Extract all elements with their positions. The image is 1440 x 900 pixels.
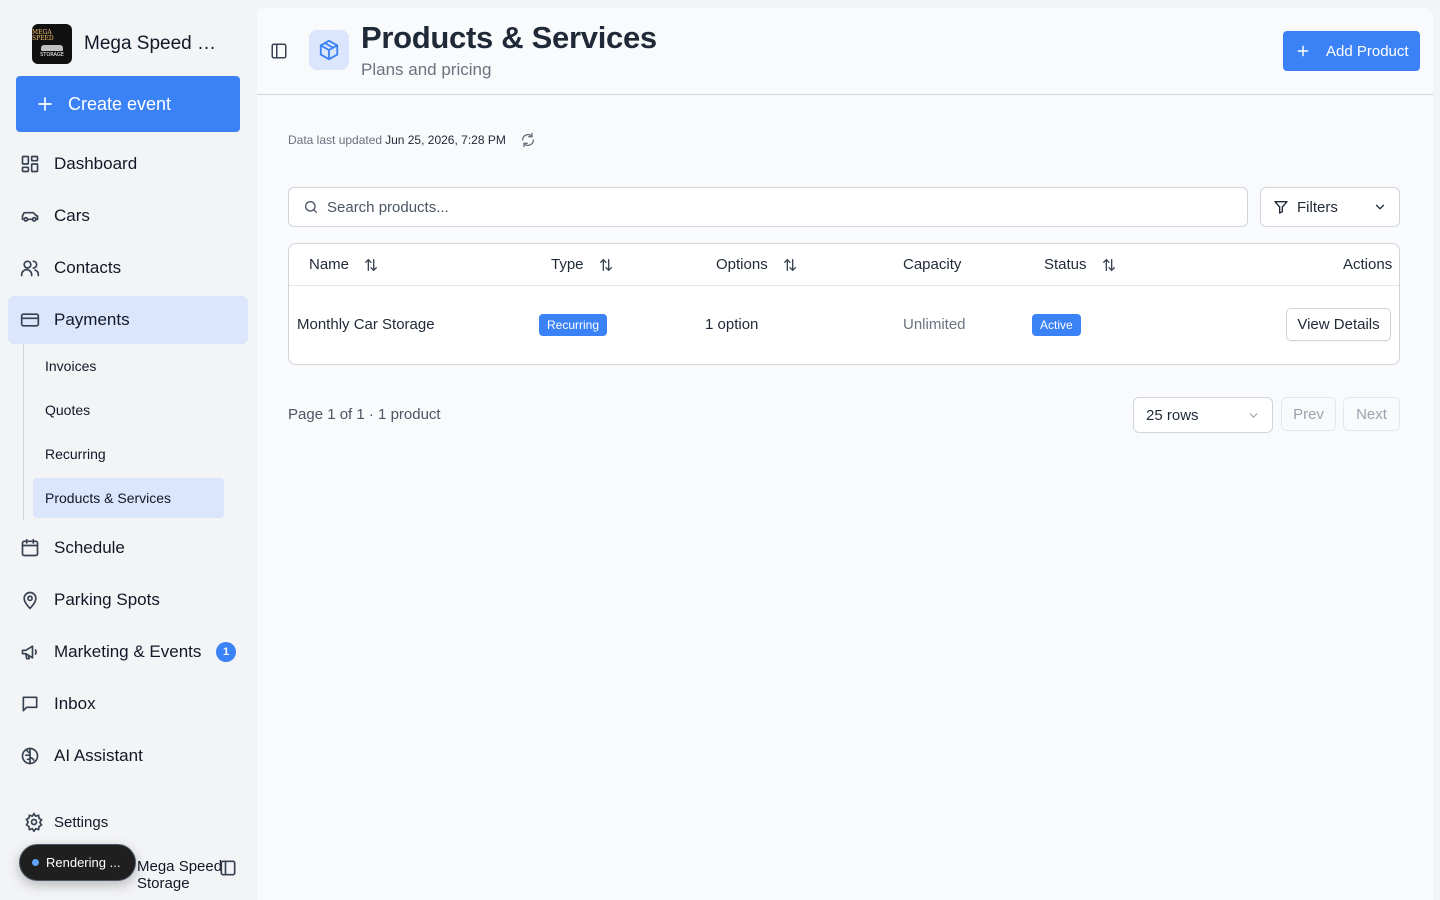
status-badge: Active	[1032, 314, 1081, 336]
page-title: Products & Services	[361, 20, 657, 55]
megaphone-icon	[21, 645, 37, 660]
add-product-button[interactable]: Add Product	[1283, 31, 1420, 71]
chevron-down-icon	[1249, 412, 1258, 418]
refresh-icon[interactable]	[520, 132, 536, 148]
rendering-toast: Rendering ...	[19, 844, 136, 881]
sidebar: MEGA SPEED STORAGE Mega Speed Storage Cr…	[0, 0, 256, 900]
map-pin-icon	[23, 591, 37, 610]
next-page-button[interactable]: Next	[1343, 397, 1400, 431]
cell-capacity: Unlimited	[903, 316, 966, 333]
plus-icon	[1297, 45, 1309, 57]
sidebar-item-payments[interactable]: Payments	[8, 296, 248, 344]
search-icon	[305, 201, 317, 213]
sidebar-item-contacts[interactable]: Contacts	[8, 244, 248, 292]
brand-name: Mega Speed Storage	[84, 33, 226, 54]
plus-icon	[38, 97, 52, 111]
message-icon	[22, 696, 38, 712]
sort-icon[interactable]	[363, 257, 379, 273]
sidebar-subitem-invoices[interactable]: Invoices	[33, 346, 224, 386]
column-header-status[interactable]: Status	[1044, 256, 1117, 273]
sidebar-subitem-recurring[interactable]: Recurring	[33, 434, 224, 474]
sidebar-item-dashboard[interactable]: Dashboard	[8, 140, 248, 188]
data-updated-info: Data last updated Jun 25, 2026, 7:28 PM	[288, 132, 536, 148]
sidebar-item-parking-spots[interactable]: Parking Spots	[8, 576, 248, 624]
pagination-info: Page 1 of 1 · 1 product	[288, 406, 441, 423]
sort-icon[interactable]	[598, 257, 614, 273]
sort-icon[interactable]	[782, 257, 798, 273]
search-bar[interactable]	[288, 187, 1248, 227]
users-icon	[20, 260, 40, 277]
page-subtitle: Plans and pricing	[361, 60, 492, 79]
sort-icon[interactable]	[1101, 257, 1117, 273]
sidebar-subitem-products-services[interactable]: Products & Services	[33, 478, 224, 518]
sidebar-item-schedule[interactable]: Schedule	[8, 524, 248, 572]
filter-icon	[1274, 201, 1288, 214]
brand[interactable]: MEGA SPEED STORAGE Mega Speed Storage	[32, 24, 226, 64]
main-panel: Products & Services Plans and pricing Ad…	[257, 8, 1433, 900]
sidebar-item-ai-assistant[interactable]: AI Assistant	[8, 732, 248, 780]
gear-icon	[25, 812, 43, 832]
subnav-divider	[23, 344, 24, 520]
table-header: Name Type Options Capacity Status Action…	[289, 244, 1399, 286]
status-dot	[32, 859, 39, 866]
dashboard-icon	[21, 155, 39, 173]
cell-name: Monthly Car Storage	[297, 316, 435, 333]
updated-timestamp: Jun 25, 2026, 7:28 PM	[385, 133, 506, 147]
cell-options: 1 option	[705, 316, 759, 333]
sidebar-item-cars[interactable]: Cars	[8, 192, 248, 240]
column-header-type[interactable]: Type	[551, 256, 614, 273]
type-badge: Recurring	[539, 314, 608, 336]
view-details-button[interactable]: View Details	[1286, 308, 1391, 341]
column-header-name[interactable]: Name	[309, 256, 379, 273]
footer-user-name[interactable]: Mega Speed Storage	[137, 858, 256, 892]
page-header: Products & Services Plans and pricing Ad…	[257, 8, 1433, 95]
table-row[interactable]: Monthly Car Storage Recurring 1 option U…	[289, 286, 1399, 364]
chevron-down-icon	[1375, 204, 1385, 210]
rows-per-page-select[interactable]: 25 rows	[1133, 397, 1273, 433]
prev-page-button[interactable]: Prev	[1281, 397, 1336, 431]
create-event-button[interactable]: Create event	[16, 76, 240, 132]
car-icon	[21, 211, 39, 222]
sidebar-item-inbox[interactable]: Inbox	[8, 680, 248, 728]
brand-logo: MEGA SPEED STORAGE	[32, 24, 72, 64]
package-icon	[309, 30, 349, 70]
sidebar-subitem-quotes[interactable]: Quotes	[33, 390, 224, 430]
calendar-icon	[21, 538, 39, 557]
filters-dropdown[interactable]: Filters	[1260, 187, 1400, 227]
sidebar-item-marketing-events[interactable]: Marketing & Events 1	[8, 628, 248, 676]
column-header-capacity: Capacity	[903, 256, 962, 273]
column-header-actions: Actions	[1343, 256, 1393, 273]
brain-icon	[21, 747, 39, 765]
column-header-options[interactable]: Options	[716, 256, 798, 273]
credit-card-icon	[20, 313, 40, 327]
sidebar-toggle-icon[interactable]	[270, 42, 288, 60]
products-table: Name Type Options Capacity Status Action…	[288, 243, 1400, 365]
notification-badge: 1	[216, 642, 236, 662]
sidebar-item-settings[interactable]: Settings	[24, 812, 108, 832]
search-input[interactable]	[327, 198, 1227, 216]
sidebar-collapse-icon[interactable]	[218, 858, 238, 878]
